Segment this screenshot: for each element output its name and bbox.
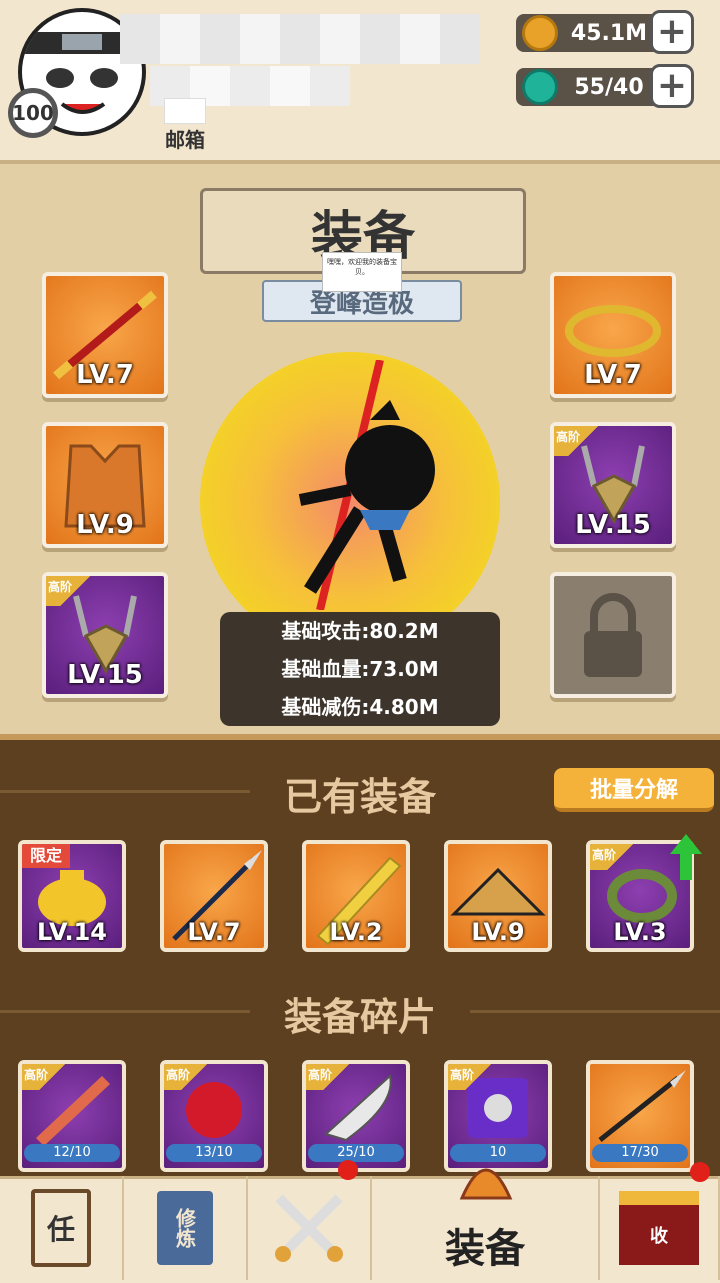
shop-notification-dot [690,1162,710,1182]
mailbox-label: 邮箱 [165,128,205,152]
rarity-tag: 高阶 [554,426,598,456]
add-gem-button[interactable]: + [650,64,694,108]
stat-damage-reduction: 基础减伤:4.80M [281,695,439,719]
rarity-tag: 高阶 [306,1064,352,1090]
rarity-tag: 高阶 [22,1064,68,1090]
upgrade-arrow-icon [670,834,702,880]
slot-level: LV.15 [67,660,143,690]
fragment-spiked-gauntlet[interactable]: 高阶 13/10 [160,1060,268,1172]
item-level: LV.14 [37,918,107,946]
nav-shop[interactable]: 收 [600,1176,720,1280]
book-icon: 修炼 [157,1191,213,1265]
gem-icon [522,69,558,105]
slot-level: LV.9 [76,510,134,540]
stat-attack: 基础攻击:80.2M [281,619,439,643]
equip-slot-necklace[interactable]: 高阶 LV.15 [42,572,168,698]
item-level: LV.9 [471,918,525,946]
nav-tasks[interactable]: 任 [0,1176,124,1280]
fragment-progress: 13/10 [166,1144,262,1162]
owned-item-spear[interactable]: LV.7 [160,840,268,952]
add-coin-button[interactable]: + [650,10,694,54]
fragment-halberd[interactable]: 17/30 [586,1060,694,1172]
gem-counter: 55/40 + [516,64,694,108]
fragments-title: 装备碎片 [283,995,436,1039]
slot-level: LV.7 [76,360,134,390]
rarity-tag: 高阶 [590,844,636,870]
fragment-broadsword[interactable]: 高阶 25/10 [302,1060,410,1172]
owned-item-gold-pouch[interactable]: 限定 LV.14 [18,840,126,952]
rarity-tag: 高阶 [46,576,90,606]
halberd-icon [598,1070,686,1142]
stickman-hero-icon [298,360,435,610]
rarity-tag: 高阶 [448,1064,494,1090]
mailbox-button[interactable]: 邮箱 [160,98,210,158]
equip-slot-headband[interactable]: LV.7 [550,272,676,398]
crossed-swords-icon [275,1194,343,1262]
equip-slot-accessory[interactable]: 高阶 LV.15 [550,422,676,548]
item-level: LV.3 [613,918,667,946]
player-name-blurred [120,14,480,64]
nav-equipment-label: 装备 [445,1226,525,1272]
equip-slot-armor[interactable]: LV.9 [42,422,168,548]
equip-slot-locked[interactable] [550,572,676,698]
nav-battle[interactable] [248,1176,372,1280]
fragment-wooden-sword[interactable]: 高阶 12/10 [18,1060,126,1172]
owned-item-straw-hat[interactable]: LV.9 [444,840,552,952]
equip-slot-weapon[interactable]: LV.7 [42,272,168,398]
helmet-icon [459,1168,513,1200]
speech-tooltip: 嘿嘿，欢迎我的装备宝贝。 [322,252,402,292]
coin-icon [522,15,558,51]
rarity-tag: 高阶 [164,1064,210,1090]
player-level-badge: 100 [8,88,58,138]
slot-level: LV.15 [575,510,651,540]
battle-notification-dot [338,1160,358,1180]
batch-decompose-button[interactable]: 批量分解 [554,768,714,812]
fragment-progress: 17/30 [592,1144,688,1162]
fragment-progress: 12/10 [24,1144,120,1162]
scroll-icon: 任 [31,1189,91,1267]
mail-icon [164,98,206,124]
fragment-progress: 25/10 [308,1144,404,1162]
item-level: LV.7 [187,918,241,946]
owned-item-golden-sword[interactable]: LV.2 [302,840,410,952]
slot-level: LV.7 [584,360,642,390]
limited-tag: 限定 [22,844,70,868]
item-level: LV.2 [329,918,383,946]
coin-counter: 45.1M + [516,10,694,54]
lock-icon [584,593,642,677]
shop-icon: 收 [619,1191,699,1265]
nav-cultivate[interactable]: 修炼 [124,1176,248,1280]
stat-health: 基础血量:73.0M [281,657,439,681]
base-stats-panel: 基础攻击:80.2M 基础血量:73.0M 基础减伤:4.80M [220,612,500,726]
